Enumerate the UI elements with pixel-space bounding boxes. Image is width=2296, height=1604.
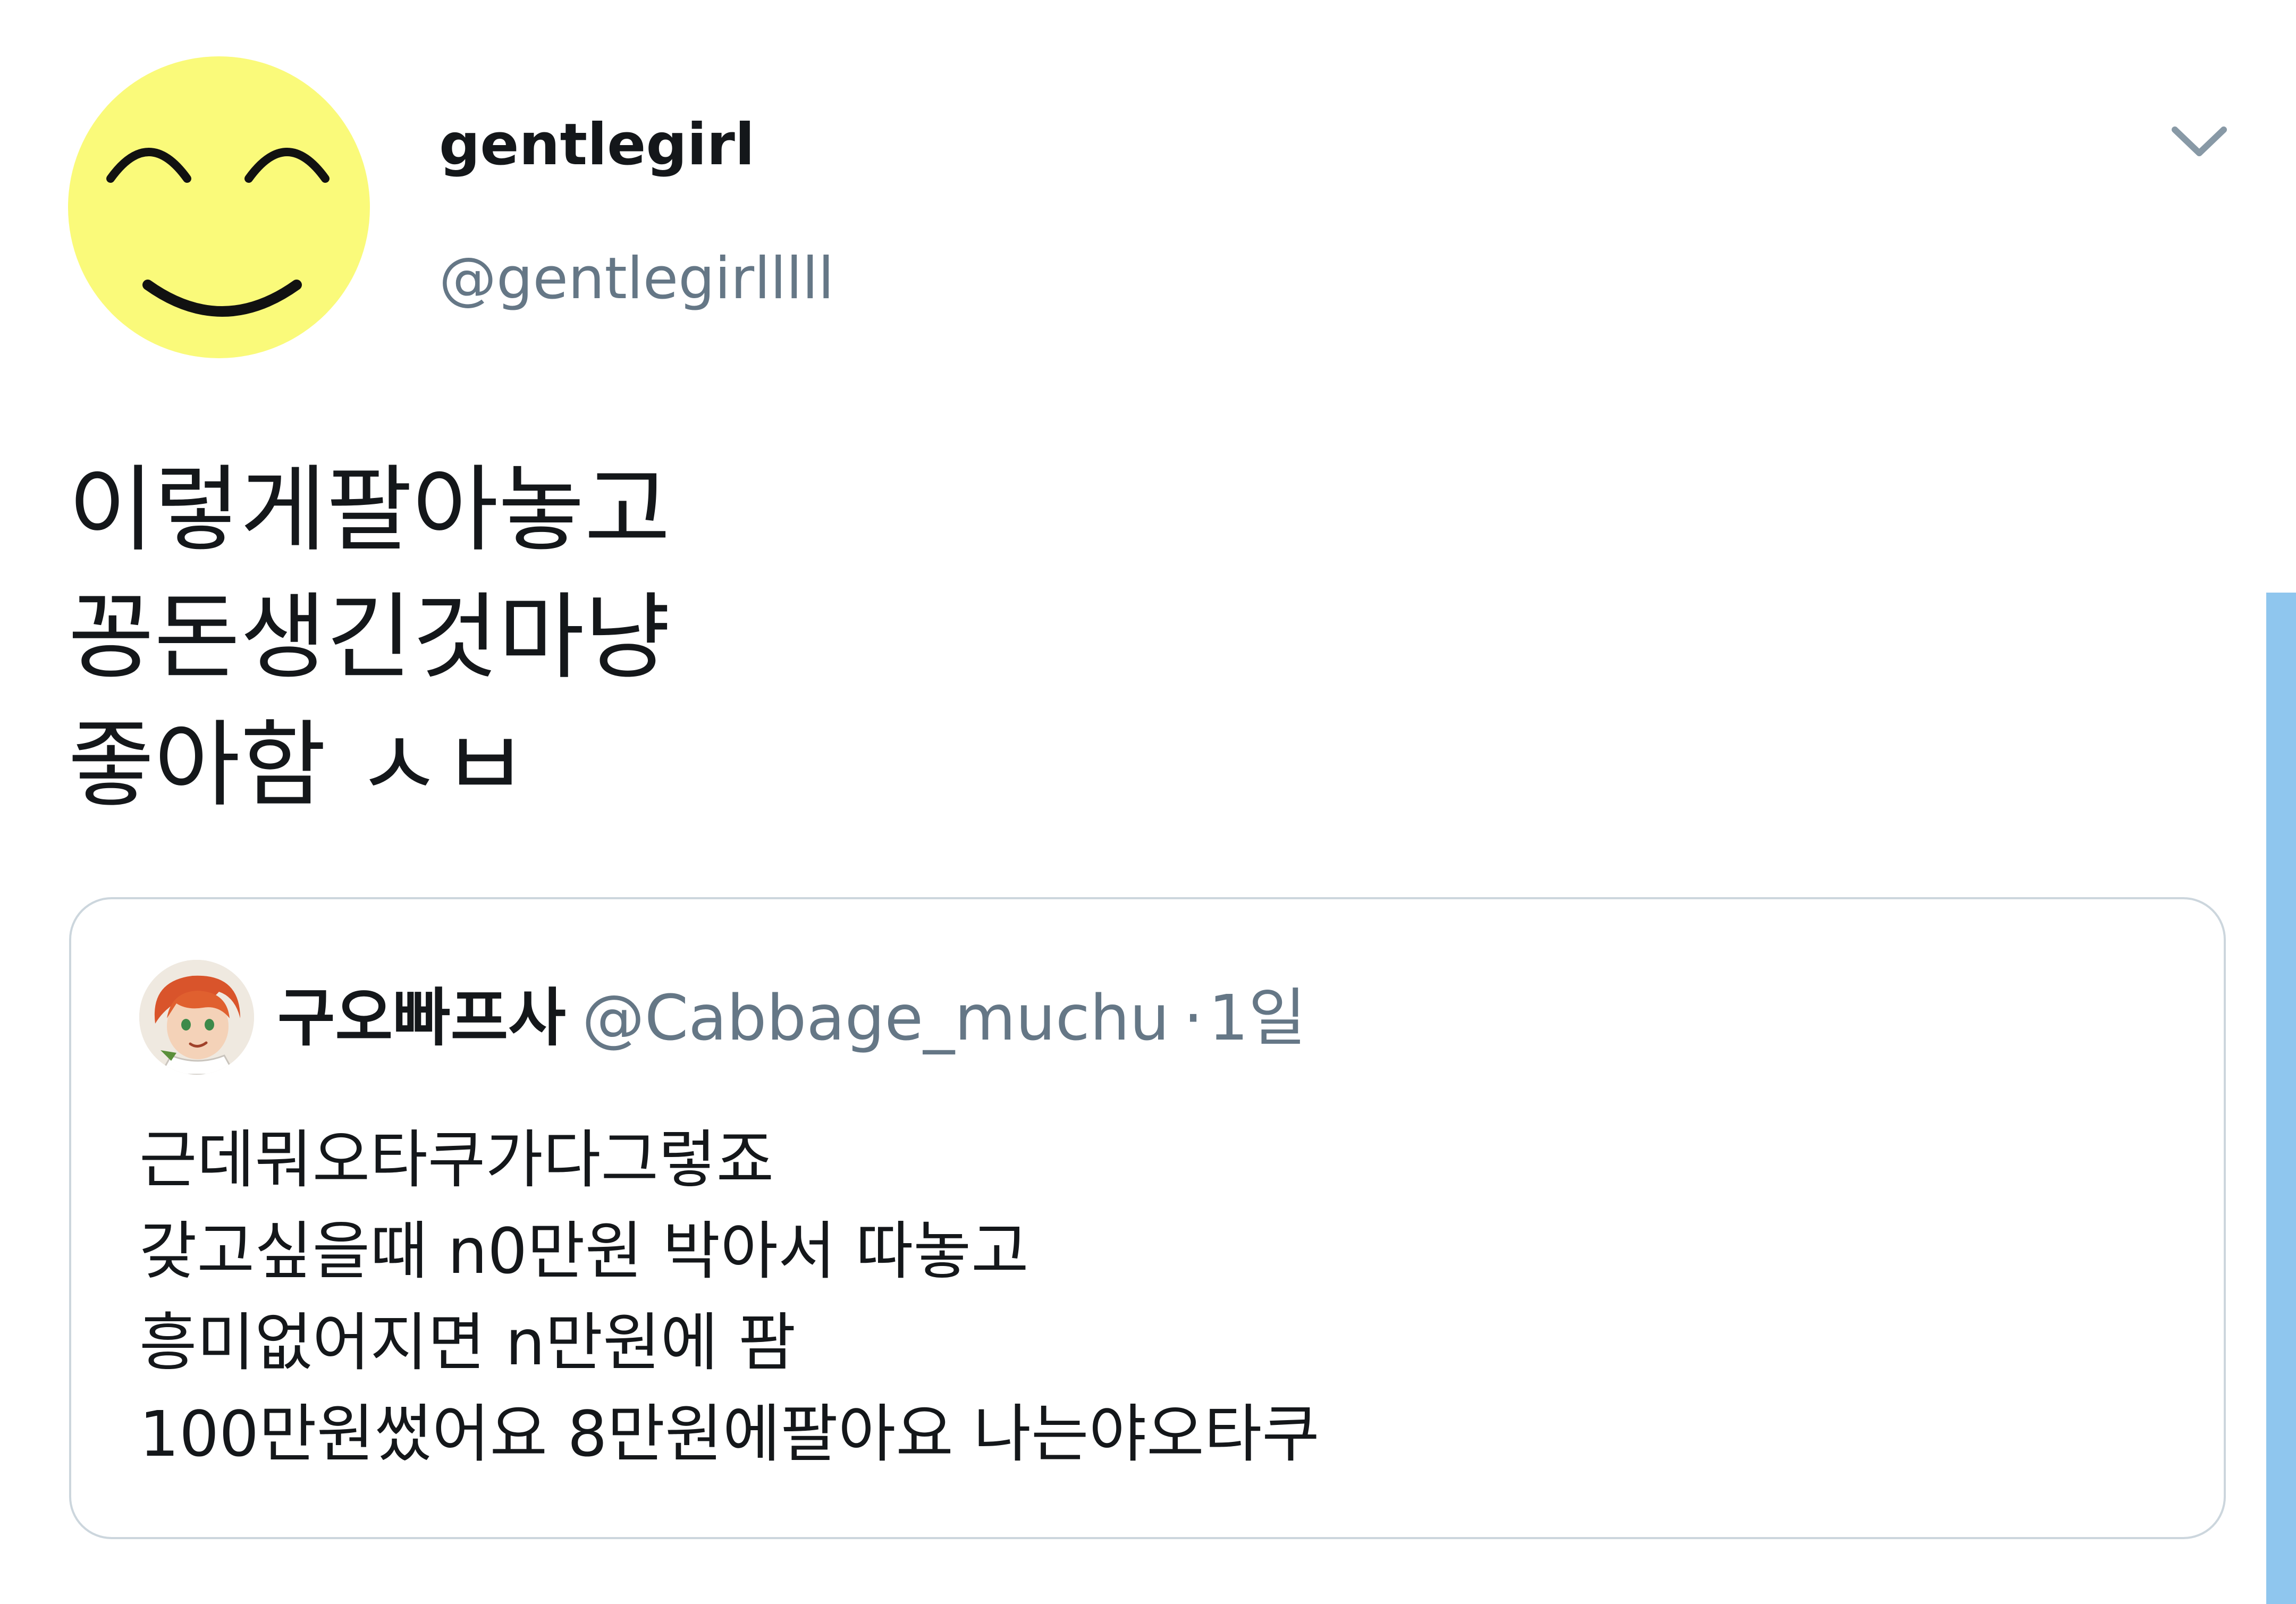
smiley-face-icon[interactable] (68, 56, 370, 358)
quoted-user-handle[interactable]: @Cabbage_muchu (582, 981, 1170, 1054)
quoted-tweet-card[interactable]: 구오빠프사 @Cabbage_muchu ·1일 근데뭐오타쿠가다그렇죠 갖고싶을때… (69, 897, 2226, 1539)
chevron-down-icon[interactable] (2167, 118, 2231, 166)
quoted-tweet-text: 근데뭐오타쿠가다그렇죠 갖고싶을때 n0만원 박아서 따놓고 흥미없어지면 n만… (139, 1114, 2106, 1480)
quoted-text-line: 흥미없어지면 n만원에 팜 (139, 1306, 796, 1379)
tweet-text-line: 꽁돈생긴것마냥 (68, 583, 671, 692)
quoted-timestamp[interactable]: 1일 (1209, 981, 1306, 1054)
scrollbar[interactable] (2266, 593, 2296, 1604)
tweet-text-line: 이렇게팔아놓고 (68, 455, 671, 564)
tweet-text: 이렇게팔아놓고 꽁돈생긴것마냥 좋아함 ㅅㅂ (68, 446, 1078, 829)
quoted-tweet-header: 구오빠프사 @Cabbage_muchu ·1일 (277, 978, 1306, 1058)
quoted-text-line: 근데뭐오타쿠가다그렇죠 (139, 1123, 774, 1196)
quoted-display-name[interactable]: 구오빠프사 (277, 981, 566, 1054)
quoted-text-line: 갖고싶을때 n0만원 박아서 따놓고 (139, 1214, 1029, 1288)
tweet-text-line: 좋아함 ㅅㅂ (68, 711, 528, 820)
user-handle[interactable]: @gentlegirlllll (439, 246, 834, 312)
display-name[interactable]: gentlegirl (439, 112, 755, 178)
quoted-text-line: 100만원썼어요 8만원에팔아요 나는야오타쿠 (139, 1397, 1320, 1471)
separator-dot: · (1183, 981, 1203, 1054)
anime-character-avatar[interactable] (139, 960, 254, 1075)
